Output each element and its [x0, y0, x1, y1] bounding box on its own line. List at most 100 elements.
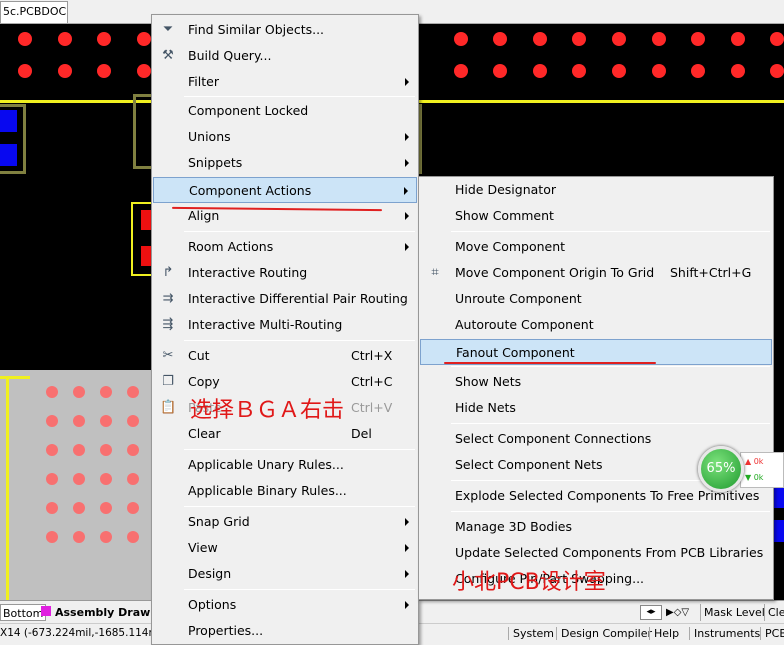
pad-dot	[532, 32, 547, 46]
menu-item-interactive-multi-routing[interactable]: ⇶ Interactive Multi-Routing	[153, 312, 417, 338]
menu-item-manage-3d-bodies[interactable]: Manage 3D Bodies	[420, 514, 772, 540]
menu-separator	[184, 231, 415, 232]
bga-component[interactable]	[0, 370, 152, 600]
menu-separator	[184, 506, 415, 507]
chevron-right-icon	[405, 159, 409, 167]
menu-item-label: Move Component Origin To Grid	[455, 265, 655, 280]
menu-item-label: Update Selected Components From PCB Libr…	[455, 545, 764, 560]
pad-dot	[18, 64, 32, 78]
mask-level-button[interactable]: Mask Level	[700, 604, 765, 621]
status-button-system[interactable]: System	[508, 627, 558, 640]
menu-item-move-component[interactable]: Move Component	[420, 234, 772, 260]
chevron-right-icon	[405, 570, 409, 578]
layer-set-icon[interactable]: ▶◇▽	[666, 605, 696, 620]
menu-item-update-selected-components[interactable]: Update Selected Components From PCB Libr…	[420, 540, 772, 566]
pad-dot	[691, 64, 706, 78]
menu-item-label: Filter	[188, 74, 219, 89]
menu-item-show-comment[interactable]: Show Comment	[420, 203, 772, 229]
layer-tab-bottom[interactable]: Bottom	[0, 604, 47, 621]
paste-icon: 📋	[160, 400, 177, 415]
yellow-trace	[6, 376, 9, 600]
bga-ball	[100, 386, 112, 398]
bga-ball	[73, 473, 85, 485]
menu-item-component-locked[interactable]: Component Locked	[153, 98, 417, 124]
pad-dot	[730, 32, 745, 46]
component-actions-submenu: Hide Designator Show Comment Move Componen…	[418, 176, 774, 600]
layer-nav-icon[interactable]: ◂▸	[640, 605, 662, 620]
menu-item-interactive-diff-pair-routing[interactable]: ⇉ Interactive Differential Pair Routing	[153, 286, 417, 312]
menu-item-label: Autoroute Component	[455, 317, 594, 332]
origin-grid-icon: ⌗	[431, 265, 439, 280]
status-button-instruments[interactable]: Instruments	[689, 627, 764, 640]
menu-item-snippets[interactable]: Snippets	[153, 150, 417, 176]
funnel-icon: ⏷	[162, 22, 174, 37]
chevron-right-icon	[405, 212, 409, 220]
pad-dot	[532, 64, 547, 78]
menu-item-label: Unroute Component	[455, 291, 582, 306]
pad-dot	[651, 32, 666, 46]
menu-item-snap-grid[interactable]: Snap Grid	[153, 509, 417, 535]
document-tab[interactable]: 5c.PCBDOC *	[0, 1, 68, 23]
menu-item-options[interactable]: Options	[153, 592, 417, 618]
bga-ball	[46, 444, 58, 456]
menu-item-label: Design	[188, 566, 232, 581]
assembly-color-swatch	[41, 606, 51, 616]
menu-item-build-query[interactable]: ⚒ Build Query...	[153, 43, 417, 69]
blue-pad	[774, 486, 784, 508]
pad-dot	[493, 64, 508, 78]
bga-ball	[100, 502, 112, 514]
menu-item-applicable-binary-rules[interactable]: Applicable Binary Rules...	[153, 478, 417, 504]
pad-dot	[453, 64, 468, 78]
menu-item-unroute-component[interactable]: Unroute Component	[420, 286, 772, 312]
layer-tab-assembly-drawing[interactable]: Assembly Drawing	[55, 604, 150, 621]
bga-ball	[73, 502, 85, 514]
pad-dot	[770, 64, 784, 78]
bga-ball	[73, 531, 85, 543]
menu-separator	[451, 423, 770, 424]
menu-item-unions[interactable]: Unions	[153, 124, 417, 150]
bga-ball	[127, 502, 139, 514]
menu-item-move-origin-to-grid[interactable]: ⌗ Move Component Origin To Grid Shift+Ctrl…	[420, 260, 772, 286]
download-speed: ▼ 0k	[745, 473, 764, 482]
menu-separator	[451, 231, 770, 232]
menu-item-properties[interactable]: Properties...	[153, 618, 417, 644]
clear-button[interactable]: Clear	[764, 604, 784, 621]
copy-icon: ❐	[162, 374, 174, 389]
status-button-pcb[interactable]: PCB	[760, 627, 784, 640]
menu-item-clear[interactable]: Clear Del	[153, 421, 417, 447]
status-button-help[interactable]: Help	[649, 627, 683, 640]
bga-ball	[46, 531, 58, 543]
menu-item-filter[interactable]: Filter	[153, 69, 417, 95]
bga-ball	[46, 473, 58, 485]
pad-dot	[572, 32, 587, 46]
menu-item-view[interactable]: View	[153, 535, 417, 561]
yellow-trace	[0, 376, 30, 379]
menu-item-interactive-routing[interactable]: ↱ Interactive Routing	[153, 260, 417, 286]
menu-separator	[184, 96, 415, 97]
blue-pad	[0, 144, 17, 166]
menu-item-hide-nets[interactable]: Hide Nets	[420, 395, 772, 421]
menu-item-shortcut: Shift+Ctrl+G	[670, 265, 752, 280]
menu-item-hide-designator[interactable]: Hide Designator	[420, 177, 772, 203]
bga-ball	[100, 444, 112, 456]
bga-ball	[46, 386, 58, 398]
menu-item-label: Show Comment	[455, 208, 554, 223]
upload-speed: ▲ 0k	[745, 457, 764, 466]
coordinates-readout: X14 (-673.224mil,-1685.114mil) o	[0, 627, 152, 639]
studio-annotation: 小北PCB设计室	[452, 570, 606, 595]
menu-item-label: View	[188, 540, 218, 555]
performance-badge[interactable]: 65%	[698, 446, 744, 492]
status-button-design-compiler[interactable]: Design Compiler	[556, 627, 656, 640]
bga-ball	[73, 444, 85, 456]
menu-item-component-actions[interactable]: Component Actions	[153, 177, 417, 203]
menu-item-show-nets[interactable]: Show Nets	[420, 369, 772, 395]
menu-item-room-actions[interactable]: Room Actions	[153, 234, 417, 260]
menu-item-design[interactable]: Design	[153, 561, 417, 587]
menu-item-autoroute-component[interactable]: Autoroute Component	[420, 312, 772, 338]
menu-item-find-similar-objects[interactable]: ⏷ Find Similar Objects...	[153, 17, 417, 43]
pad-dot	[493, 32, 508, 46]
menu-item-applicable-unary-rules[interactable]: Applicable Unary Rules...	[153, 452, 417, 478]
diff-pair-icon: ⇉	[162, 291, 174, 306]
menu-item-label: Move Component	[455, 239, 566, 254]
menu-item-cut[interactable]: ✂ Cut Ctrl+X	[153, 343, 417, 369]
